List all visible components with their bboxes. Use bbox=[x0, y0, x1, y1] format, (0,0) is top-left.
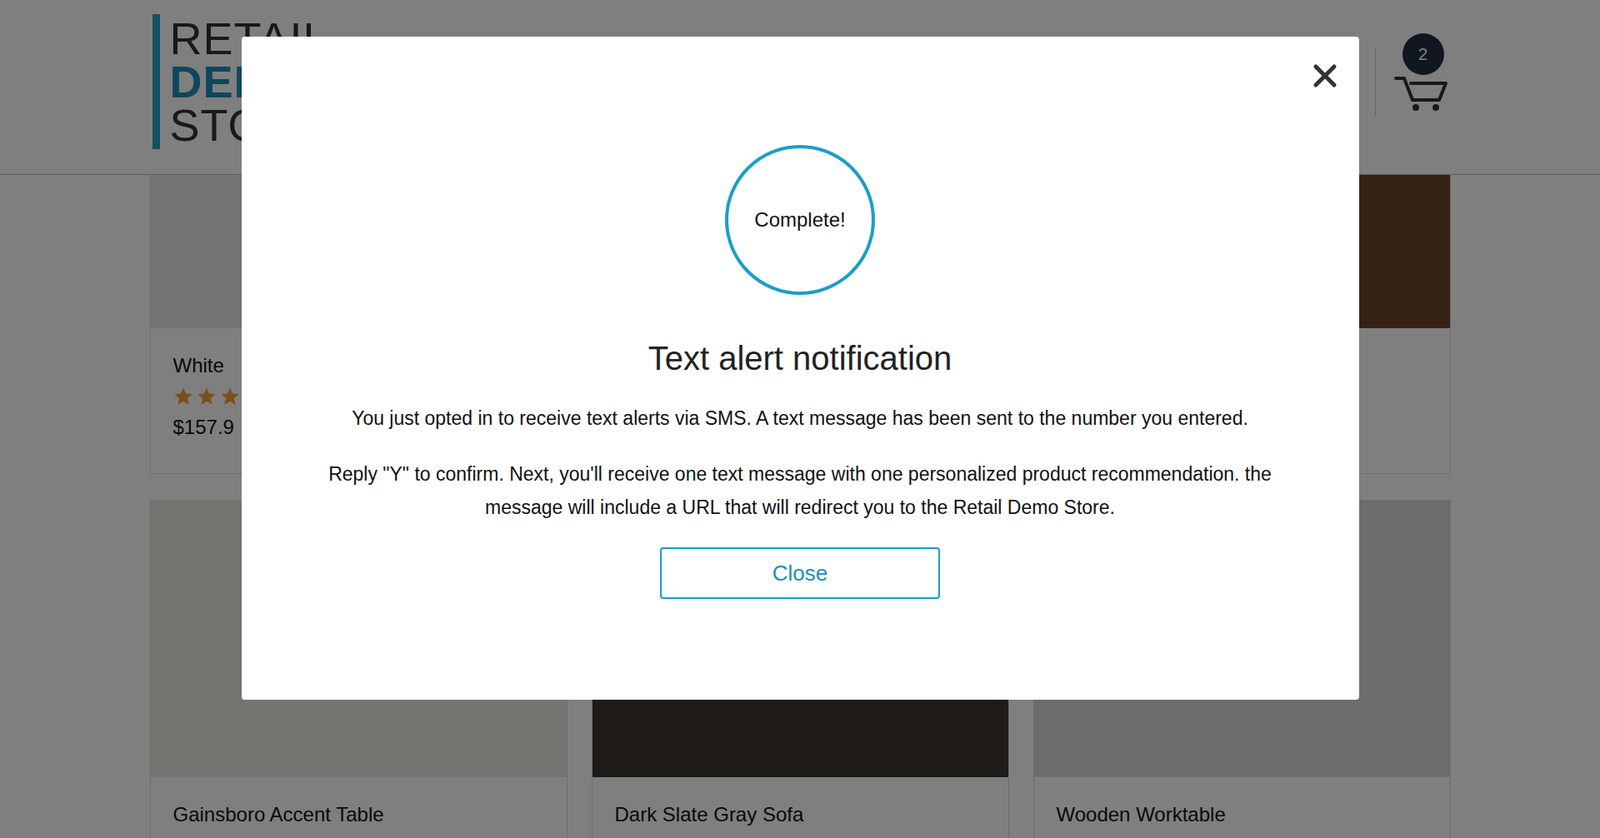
status-circle: Complete! bbox=[725, 145, 875, 295]
modal-message: You just opted in to receive text alerts… bbox=[351, 401, 1249, 435]
text-alert-modal: Complete! Text alert notification You ju… bbox=[241, 36, 1360, 700]
close-button[interactable]: Close bbox=[660, 547, 940, 600]
close-icon bbox=[1312, 63, 1338, 89]
modal-title: Text alert notification bbox=[648, 338, 953, 379]
status-text: Complete! bbox=[754, 208, 845, 232]
close-button[interactable] bbox=[1312, 63, 1338, 89]
modal-backdrop[interactable]: Complete! Text alert notification You ju… bbox=[0, 0, 1600, 838]
modal-message: Reply "Y" to confirm. Next, you'll recei… bbox=[300, 457, 1300, 525]
store-page: RETAILDEMSTO 2 White $157.9 Gainsboro Ac… bbox=[0, 0, 1600, 838]
